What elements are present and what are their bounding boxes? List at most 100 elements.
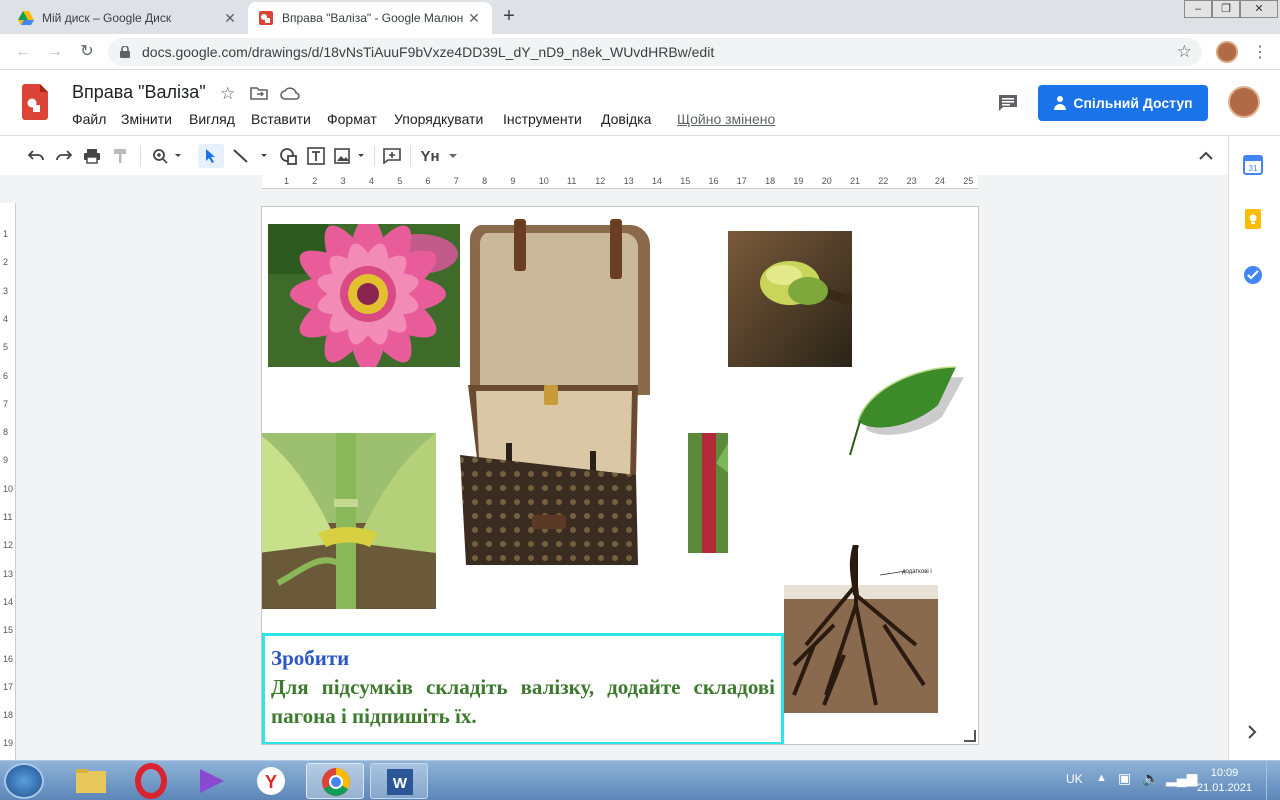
taskbar-word[interactable]: W (370, 763, 428, 799)
taskbar-explorer[interactable] (62, 763, 120, 799)
print-icon[interactable] (80, 144, 104, 168)
add-comment-icon[interactable] (380, 144, 404, 168)
tab-google-drive[interactable]: Мій диск – Google Диск ✕ (8, 2, 248, 34)
input-tools-label: Yн (420, 147, 440, 165)
bud-image[interactable] (728, 231, 852, 367)
image-icon[interactable] (332, 144, 368, 168)
clock[interactable]: 10:09 21.01.2021 (1197, 766, 1252, 796)
taskbar-opera[interactable] (122, 763, 180, 799)
yandex-icon: Y (257, 767, 285, 795)
menu-insert[interactable]: Вставити (251, 111, 311, 127)
collapse-toolbar-icon[interactable] (1194, 144, 1218, 168)
document-title[interactable]: Вправа "Валіза" (72, 82, 206, 103)
close-tab-icon[interactable]: ✕ (466, 10, 482, 26)
menu-edit[interactable]: Змінити (121, 111, 172, 127)
menu-view[interactable]: Вигляд (189, 111, 235, 127)
network-icon[interactable]: ▣ (1118, 770, 1131, 787)
task-text-box[interactable]: Зробити Для підсумків складіть валізку, … (262, 633, 784, 744)
purple-app-icon (200, 769, 224, 793)
ruler-tick-label: 4 (368, 176, 374, 186)
star-icon[interactable]: ☆ (220, 84, 235, 104)
move-folder-icon[interactable] (250, 86, 268, 100)
tasks-icon[interactable] (1243, 265, 1263, 285)
menu-arrange[interactable]: Упорядкувати (394, 111, 483, 127)
menu-help[interactable]: Довідка (601, 111, 651, 127)
roots-image[interactable]: додаткові і (784, 545, 938, 713)
undo-icon[interactable] (24, 144, 48, 168)
menu-tools[interactable]: Інструменти (503, 111, 582, 127)
last-edit-status[interactable]: Щойно змінено (677, 111, 775, 127)
expand-panel-icon[interactable] (1247, 725, 1257, 739)
horizontal-ruler[interactable]: 1 2 3 4 5 6 7 8 9 10 11 12 13 14 15 16 17 18 19 20 21 22 23 24 2… (262, 175, 978, 189)
ruler-tick-label: 18 (765, 176, 776, 186)
share-button[interactable]: Спільний Доступ (1038, 85, 1208, 121)
signal-icon[interactable]: ▂▄▆ (1166, 770, 1197, 787)
canvas-resize-handle[interactable] (964, 730, 976, 742)
browser-menu-icon[interactable]: ⋮ (1252, 42, 1268, 62)
reload-button[interactable]: ↻ (76, 41, 98, 63)
ruler-tick-label: 22 (878, 176, 889, 186)
taskbar-app-purple[interactable] (182, 763, 240, 799)
ruler-tick-label: 19 (3, 738, 14, 749)
cloud-status-icon[interactable] (280, 86, 300, 100)
account-avatar[interactable] (1228, 86, 1260, 118)
menu-format[interactable]: Формат (327, 111, 377, 127)
taskbar-chrome[interactable] (306, 763, 364, 799)
app-header: Вправа "Валіза" ☆ Файл Змінити Вигляд Вс… (0, 70, 1280, 136)
profile-avatar[interactable] (1216, 41, 1238, 63)
bookmark-star-icon[interactable]: ☆ (1177, 42, 1192, 62)
ruler-tick-label: 14 (3, 596, 14, 607)
suitcase-image[interactable] (440, 215, 658, 568)
new-tab-button[interactable]: + (498, 6, 520, 28)
volume-icon[interactable]: 🔈 (1142, 770, 1159, 787)
input-tools-button[interactable]: Yн (418, 144, 460, 168)
ruler-tick-label: 11 (567, 176, 577, 186)
paint-format-icon[interactable] (108, 144, 132, 168)
clock-date: 21.01.2021 (1196, 782, 1252, 794)
ruler-tick-label: 1 (284, 176, 290, 186)
minimize-button[interactable]: – (1184, 0, 1212, 18)
ruler-tick-label: 15 (3, 625, 14, 636)
taskbar-yandex[interactable]: Y (242, 763, 300, 799)
svg-text:Y: Y (265, 772, 277, 792)
keep-icon[interactable] (1243, 209, 1263, 229)
redo-icon[interactable] (52, 144, 76, 168)
share-label: Спільний Доступ (1073, 95, 1193, 111)
leaf-image[interactable] (846, 363, 966, 463)
corn-stem-image[interactable] (261, 433, 436, 609)
ruler-tick-label: 3 (340, 176, 346, 186)
svg-text:31: 31 (1249, 164, 1258, 173)
line-tool-icon[interactable] (230, 144, 270, 168)
comments-icon[interactable] (998, 94, 1018, 112)
close-tab-icon[interactable]: ✕ (222, 10, 238, 26)
close-window-button[interactable]: ✕ (1240, 0, 1278, 18)
canvas-area: 1 2 3 4 5 6 7 8 9 10 11 12 13 14 15 16 17 18 19 20 21 22 23 24 2… (0, 175, 1228, 760)
zoom-icon[interactable] (148, 144, 186, 168)
stem-image[interactable] (688, 433, 728, 553)
back-button[interactable]: ← (12, 41, 34, 63)
google-drawings-logo[interactable] (22, 84, 48, 120)
vertical-ruler[interactable]: 1 2 3 4 5 6 7 8 9 10 11 12 13 14 15 16 17 18 19 (0, 203, 16, 760)
lock-icon (120, 46, 130, 58)
start-button[interactable] (4, 763, 44, 799)
menu-file[interactable]: Файл (72, 111, 106, 127)
text-box-icon[interactable] (304, 144, 328, 168)
clock-time: 10:09 (1210, 767, 1239, 779)
shape-tool-icon[interactable] (276, 144, 300, 168)
language-indicator[interactable]: UK (1066, 772, 1083, 786)
ruler-tick-label: 3 (3, 285, 9, 296)
ruler-tick-label: 13 (3, 568, 14, 579)
forward-button[interactable]: → (44, 41, 66, 63)
select-tool-icon[interactable] (198, 144, 224, 168)
calendar-icon[interactable]: 31 (1243, 155, 1263, 175)
show-desktop-button[interactable] (1266, 761, 1280, 800)
address-bar[interactable]: docs.google.com/drawings/d/18vNsTiAuuF9b… (108, 38, 1202, 66)
ruler-tick-label: 23 (906, 176, 917, 186)
show-hidden-icons-icon[interactable]: ▲ (1096, 772, 1107, 784)
restore-button[interactable]: ❐ (1212, 0, 1240, 18)
ruler-tick-label: 12 (3, 540, 14, 551)
ruler-tick-label: 12 (595, 176, 606, 186)
drawing-canvas[interactable]: додаткові і Зробити Для підсумків складі… (261, 206, 979, 745)
flower-image[interactable] (268, 224, 460, 367)
tab-drawing[interactable]: Вправа "Валіза" - Google Малюн ✕ (248, 2, 492, 34)
